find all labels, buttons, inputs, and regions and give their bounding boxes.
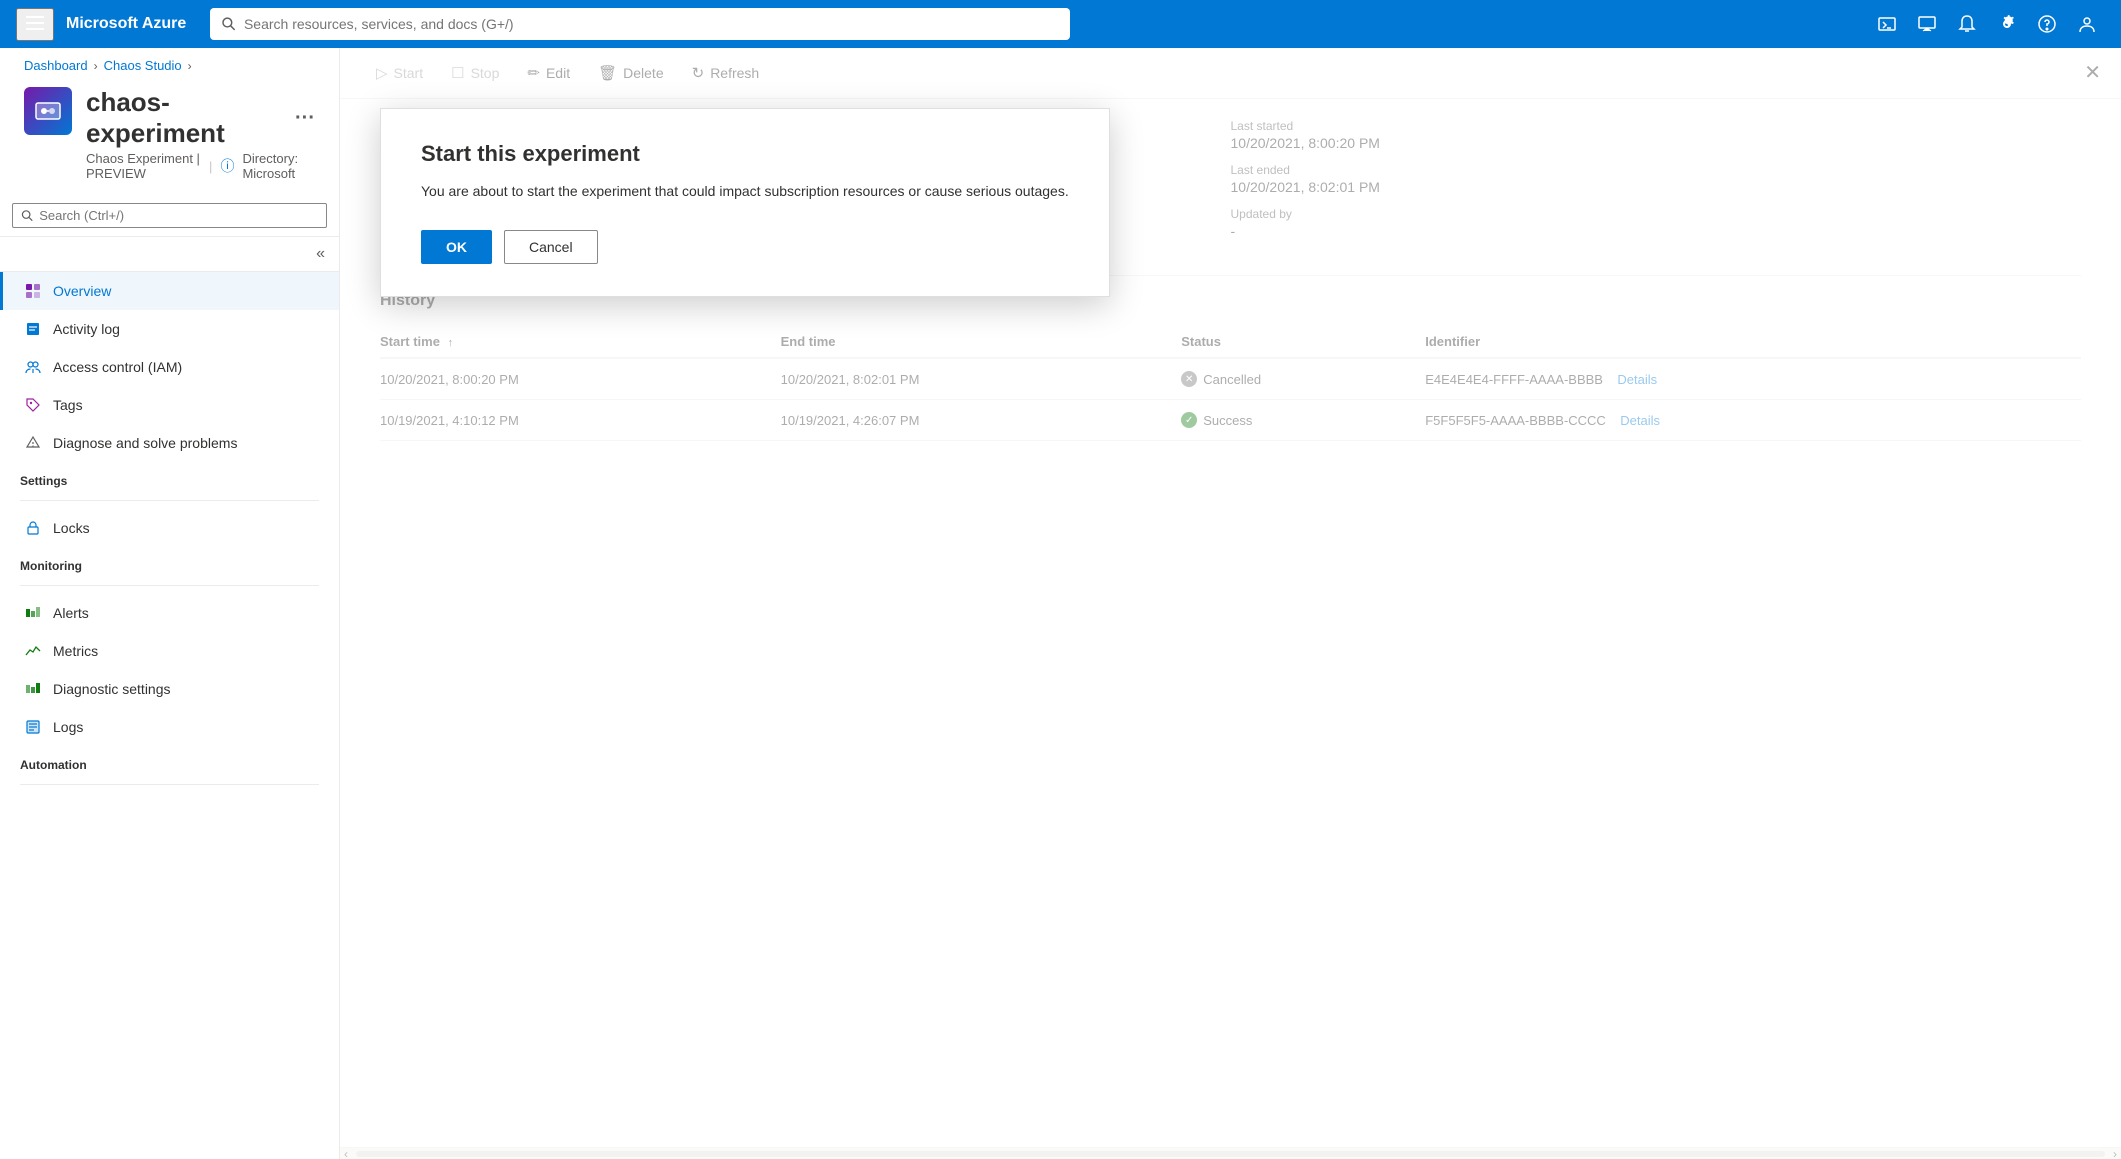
modal-title: Start this experiment xyxy=(421,141,1069,167)
diagnostic-settings-icon xyxy=(23,679,43,699)
settings-divider xyxy=(20,500,319,501)
sidebar-item-tags[interactable]: Tags xyxy=(0,386,339,424)
notification-icon[interactable] xyxy=(1949,6,1985,42)
sidebar-collapse-button[interactable]: « xyxy=(310,241,331,267)
sidebar-item-access-control[interactable]: Access control (IAM) xyxy=(0,348,339,386)
global-search-input[interactable] xyxy=(244,16,1058,32)
sidebar-item-alerts[interactable]: Alerts xyxy=(0,594,339,632)
metrics-icon xyxy=(23,641,43,661)
help-icon[interactable] xyxy=(2029,6,2065,42)
sidebar-item-label-tags: Tags xyxy=(53,397,83,413)
automation-section-header: Automation xyxy=(0,746,339,776)
alerts-icon xyxy=(23,603,43,623)
sidebar: Dashboard › Chaos Studio › chaos-experim… xyxy=(0,48,340,1159)
sidebar-nav: Overview Activity log xyxy=(0,272,339,1159)
sidebar-item-diagnose[interactable]: Diagnose and solve problems xyxy=(0,424,339,462)
access-control-icon xyxy=(23,357,43,377)
locks-icon xyxy=(23,518,43,538)
sidebar-item-label-diagnostic-settings: Diagnostic settings xyxy=(53,681,171,697)
monitoring-divider xyxy=(20,585,319,586)
sidebar-item-label-access-control: Access control (IAM) xyxy=(53,359,182,375)
settings-section-header: Settings xyxy=(0,462,339,492)
logs-icon xyxy=(23,717,43,737)
resource-icon xyxy=(24,87,72,135)
breadcrumb-sep-2: › xyxy=(188,59,192,73)
brand-name: Microsoft Azure xyxy=(66,15,186,33)
settings-icon[interactable] xyxy=(1989,6,2025,42)
breadcrumb-dashboard[interactable]: Dashboard xyxy=(24,58,88,73)
sidebar-item-activity-log[interactable]: Activity log xyxy=(0,310,339,348)
start-experiment-modal: Start this experiment You are about to s… xyxy=(380,108,1110,297)
automation-divider xyxy=(20,784,319,785)
sidebar-item-diagnostic-settings[interactable]: Diagnostic settings xyxy=(0,670,339,708)
tags-icon xyxy=(23,395,43,415)
sidebar-item-label-locks: Locks xyxy=(53,520,90,536)
resource-type-label: Chaos Experiment | PREVIEW xyxy=(86,151,201,181)
monitoring-section-header: Monitoring xyxy=(0,547,339,577)
sidebar-item-logs[interactable]: Logs xyxy=(0,708,339,746)
content-area: ✕ ▷ Start ☐ Stop ✏ Edit 🗑 Delete ↻ Refre… xyxy=(340,48,2121,1159)
sidebar-item-label-logs: Logs xyxy=(53,719,83,735)
main-layout: Dashboard › Chaos Studio › chaos-experim… xyxy=(0,48,2121,1159)
sidebar-item-label-diagnose: Diagnose and solve problems xyxy=(53,435,237,451)
topbar: Microsoft Azure xyxy=(0,0,2121,48)
modal-overlay: Start this experiment You are about to s… xyxy=(340,48,2121,1159)
sidebar-item-label-metrics: Metrics xyxy=(53,643,98,659)
sidebar-item-locks[interactable]: Locks xyxy=(0,509,339,547)
modal-ok-button[interactable]: OK xyxy=(421,230,492,264)
sidebar-collapse-row: « xyxy=(0,237,339,272)
sidebar-item-label-activity-log: Activity log xyxy=(53,321,120,337)
sidebar-item-label-alerts: Alerts xyxy=(53,605,89,621)
account-icon[interactable] xyxy=(2069,6,2105,42)
modal-cancel-button[interactable]: Cancel xyxy=(504,230,598,264)
breadcrumb-chaos-studio[interactable]: Chaos Studio xyxy=(104,58,182,73)
sidebar-search-container[interactable] xyxy=(12,203,327,228)
resource-title-block: chaos-experiment ··· Chaos Experiment | … xyxy=(86,87,315,181)
breadcrumb-sep-1: › xyxy=(94,59,98,73)
sidebar-item-overview[interactable]: Overview xyxy=(0,272,339,310)
directory-label: Directory: Microsoft xyxy=(242,151,315,181)
sidebar-search-input[interactable] xyxy=(39,208,318,223)
sidebar-search-bar xyxy=(0,195,339,237)
modal-body: You are about to start the experiment th… xyxy=(421,181,1069,202)
feedback-icon[interactable] xyxy=(1909,6,1945,42)
sidebar-search-icon xyxy=(21,209,33,222)
resource-name-text: chaos-experiment xyxy=(86,87,285,149)
overview-icon xyxy=(23,281,43,301)
breadcrumb: Dashboard › Chaos Studio › xyxy=(0,48,339,79)
resource-name: chaos-experiment ··· xyxy=(86,87,315,149)
global-search-box[interactable] xyxy=(210,8,1070,40)
diagnose-icon xyxy=(23,433,43,453)
sidebar-item-metrics[interactable]: Metrics xyxy=(0,632,339,670)
search-icon xyxy=(222,17,236,31)
modal-buttons: OK Cancel xyxy=(421,230,1069,264)
topbar-icon-group xyxy=(1869,6,2105,42)
info-icon[interactable]: ⓘ xyxy=(220,156,234,176)
chaos-experiment-icon xyxy=(34,97,62,125)
resource-options-menu[interactable]: ··· xyxy=(295,107,315,130)
sidebar-item-label-overview: Overview xyxy=(53,283,111,299)
hamburger-menu[interactable] xyxy=(16,8,54,41)
terminal-icon[interactable] xyxy=(1869,6,1905,42)
resource-subtitle: Chaos Experiment | PREVIEW | ⓘ Directory… xyxy=(86,151,315,181)
resource-header: chaos-experiment ··· Chaos Experiment | … xyxy=(0,79,339,195)
activity-log-icon xyxy=(23,319,43,339)
